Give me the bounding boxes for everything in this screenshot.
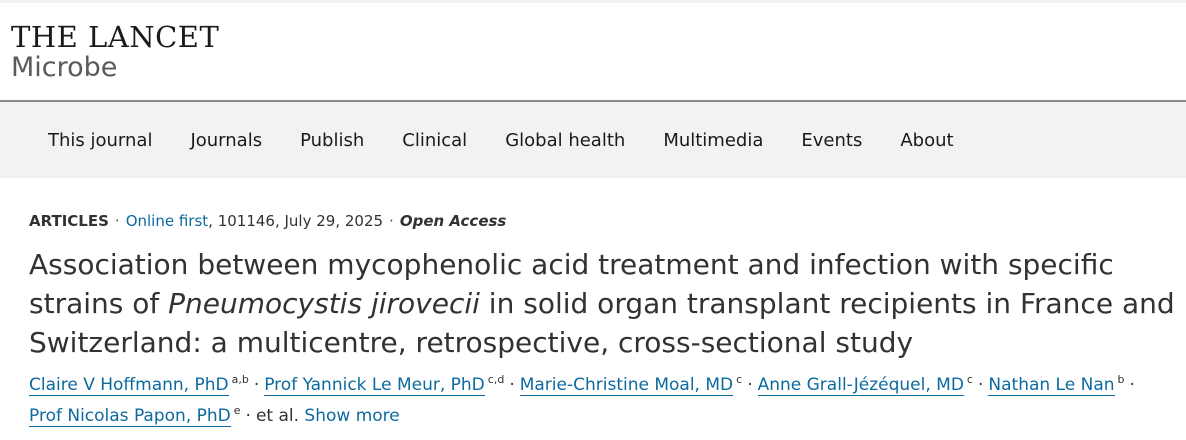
affiliation-sup[interactable]: c,d <box>488 373 505 386</box>
author-separator: · <box>245 406 251 426</box>
author-separator: · <box>747 375 753 395</box>
author-separator: · <box>977 375 984 395</box>
nav-events[interactable]: Events <box>782 122 881 159</box>
affiliation-sup[interactable]: c <box>736 373 742 386</box>
nav-multimedia[interactable]: Multimedia <box>644 122 782 159</box>
affiliation-sup[interactable]: e <box>234 404 241 417</box>
author-link[interactable]: Anne Grall-Jézéquel, MD <box>757 375 964 396</box>
nav-about[interactable]: About <box>881 122 972 159</box>
title-species: Pneumocystis jirovecii <box>168 287 480 320</box>
nav-clinical[interactable]: Clinical <box>383 122 486 159</box>
open-access-badge: Open Access <box>399 212 507 230</box>
meta-separator: · <box>389 212 394 230</box>
affiliation-sup[interactable]: c <box>967 373 973 386</box>
author-list: Claire V Hoffmann, PhD a,b · Prof Yannick L… <box>29 370 1169 432</box>
masthead: THE LANCET Microbe <box>0 3 1186 102</box>
nav-journals[interactable]: Journals <box>171 122 281 159</box>
author-link[interactable]: Claire V Hoffmann, PhD <box>29 375 229 396</box>
nav-publish[interactable]: Publish <box>281 122 383 159</box>
article-title: Association between mycophenolic acid tr… <box>29 245 1179 362</box>
nav-this-journal[interactable]: This journal <box>29 122 171 159</box>
main-nav: This journal Journals Publish Clinical G… <box>0 102 1186 178</box>
author-separator: · <box>509 375 515 395</box>
author-link[interactable]: Prof Yannick Le Meur, PhD <box>264 375 485 396</box>
logo-title: THE LANCET <box>11 20 220 54</box>
meta-separator: · <box>114 212 120 230</box>
author-link[interactable]: Marie-Christine Moal, MD <box>519 375 734 396</box>
article-id-date: , 101146, July 29, 2025 <box>208 212 384 230</box>
author-separator: · <box>1129 375 1135 395</box>
article-header: ARTICLES · Online first, 101146, July 29, … <box>0 178 1186 432</box>
nav-global-health[interactable]: Global health <box>486 122 644 159</box>
author-separator: · <box>253 375 260 395</box>
author-link[interactable]: Nathan Le Nan <box>988 375 1115 396</box>
affiliation-sup[interactable]: a,b <box>232 373 249 386</box>
et-al: et al. <box>255 406 300 426</box>
online-first-link[interactable]: Online first <box>126 212 208 230</box>
article-meta: ARTICLES · Online first, 101146, July 29, … <box>29 211 1186 231</box>
show-more-button[interactable]: Show more <box>304 406 399 426</box>
article-type: ARTICLES <box>29 212 109 230</box>
affiliation-sup[interactable]: b <box>1118 373 1125 386</box>
logo-subtitle: Microbe <box>11 52 118 83</box>
author-link[interactable]: Prof Nicolas Papon, PhD <box>29 406 231 427</box>
journal-logo[interactable]: THE LANCET Microbe <box>11 22 1186 84</box>
